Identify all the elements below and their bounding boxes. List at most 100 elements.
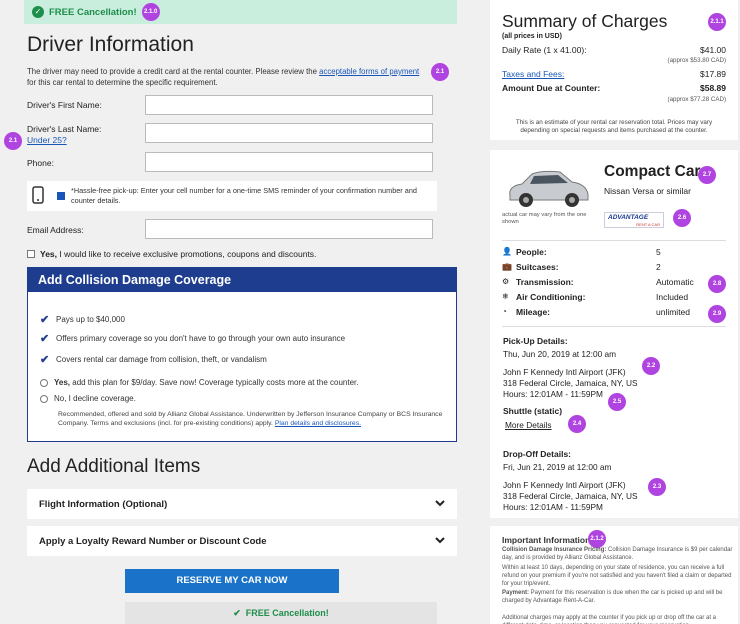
mobile-phone-icon <box>27 185 49 207</box>
dropoff-datetime: Fri, Jun 21, 2019 at 12:00 am <box>503 462 612 472</box>
additional-charges-text: Additional charges may apply at the coun… <box>502 615 717 624</box>
suitcase-icon: 💼 <box>502 262 512 271</box>
banner-text: FREE Cancellation! <box>49 6 137 18</box>
taxes-row: Taxes and Fees: $17.89 <box>502 69 726 79</box>
phone-input[interactable] <box>145 152 433 172</box>
important-info-title: Important Information <box>502 535 591 545</box>
annotation-badge: 2.1.1 <box>708 13 726 31</box>
spec-suitcases: 💼 Suitcases: 2 <box>502 262 661 272</box>
phone-label: Phone: <box>27 158 54 168</box>
annotation-badge: 2.1 <box>431 63 449 81</box>
checkmark-icon: ✔ <box>233 607 241 618</box>
summary-title: Summary of Charges <box>502 11 668 31</box>
pickup-datetime: Thu, Jun 20, 2019 at 12:00 am <box>503 349 617 359</box>
estimate-note: This is an estimate of your rental car r… <box>515 119 713 134</box>
promo-checkbox[interactable] <box>27 250 35 258</box>
more-details-link[interactable]: More Details <box>505 420 552 431</box>
chevron-down-icon <box>435 499 445 510</box>
annotation-badge: 2.6 <box>673 209 691 227</box>
no-radio[interactable] <box>40 394 48 403</box>
car-model: Nissan Versa or similar <box>604 186 691 196</box>
sms-reminder-row: *Hassle-free pick-up: Enter your cell nu… <box>27 181 437 211</box>
spec-people: 👤 People: 5 <box>502 247 661 257</box>
due-approx: (approx $77.28 CAD) <box>667 96 726 103</box>
email-input[interactable] <box>145 219 433 239</box>
important-info-card: Important Information 2.1.2 Collision Da… <box>490 526 738 624</box>
reserve-button[interactable]: RESERVE MY CAR NOW <box>125 569 339 593</box>
coverage-no-option[interactable]: No, I decline coverage. <box>40 394 136 403</box>
loyalty-code-accordion[interactable]: Apply a Loyalty Reward Number or Discoun… <box>27 526 457 556</box>
snowflake-icon: ❄ <box>502 292 509 301</box>
spec-air-conditioning: ❄ Air Conditioning: Included <box>502 292 689 302</box>
last-name-label: Driver's Last Name: <box>27 124 102 134</box>
checkmark-icon: ✔ <box>40 354 50 366</box>
coverage-title: Add Collision Damage Coverage <box>28 268 456 292</box>
first-name-input[interactable] <box>145 95 433 115</box>
driver-info-title: Driver Information <box>27 33 194 56</box>
last-name-input[interactable] <box>145 123 433 143</box>
summary-sidebar: Summary of Charges 2.1.1 (all prices in … <box>490 0 740 624</box>
annotation-badge: 2.8 <box>708 275 726 293</box>
yes-radio[interactable] <box>40 378 48 387</box>
car-image-caption: actual car may vary from the one shown <box>502 212 587 225</box>
person-icon: 👤 <box>502 247 512 256</box>
free-cancellation-footer: ✔ FREE Cancellation! <box>125 602 437 624</box>
under-25-link[interactable]: Under 25? <box>27 135 67 145</box>
annotation-badge: 2.1 <box>4 132 22 150</box>
free-cancellation-banner: ✓ FREE Cancellation! 2.1.0 <box>24 0 457 24</box>
check-circle-icon: ✓ <box>32 6 44 18</box>
booking-form: ✓ FREE Cancellation! 2.1.0 Driver Inform… <box>0 0 478 624</box>
sms-checkbox[interactable] <box>57 192 65 200</box>
dropoff-location: John F Kennedy Intl Airport (JFK) <box>503 480 626 490</box>
coverage-legal: Recommended, offered and sold by Allianz… <box>58 411 443 427</box>
annotation-badge: 2.1.0 <box>141 3 160 21</box>
pickup-address: 318 Federal Circle, Jamaica, NY, US <box>503 378 638 388</box>
annotation-badge: 2.7 <box>698 166 716 184</box>
annotation-badge: 2.2 <box>642 357 660 375</box>
checkmark-icon: ✔ <box>40 333 50 345</box>
email-label: Email Address: <box>27 225 84 235</box>
annotation-badge: 2.3 <box>648 478 666 496</box>
taxes-link[interactable]: Taxes and Fees: <box>502 69 564 79</box>
additional-items-title: Add Additional Items <box>27 456 201 477</box>
coverage-yes-option[interactable]: Yes, add this plan for $9/day. Save now!… <box>40 378 358 387</box>
shuttle-heading: Shuttle (static) <box>503 406 563 416</box>
coverage-benefit: ✔ Offers primary coverage so you don't ha… <box>40 333 346 345</box>
summary-card: Summary of Charges 2.1.1 (all prices in … <box>490 0 738 140</box>
vendor-logo: ADVANTAGE RENT A CAR <box>604 212 664 228</box>
first-name-label: Driver's First Name: <box>27 100 102 110</box>
coverage-benefit: ✔ Pays up to $40,000 <box>40 314 125 326</box>
dropoff-heading: Drop-Off Details: <box>503 449 571 459</box>
chevron-down-icon <box>435 536 445 547</box>
gauge-icon: ◔ <box>502 307 507 316</box>
annotation-badge: 2.4 <box>568 415 586 433</box>
sms-text: *Hassle-free pick-up: Enter your cell nu… <box>71 186 417 205</box>
payment-text: Payment: Payment for this reservation is… <box>502 590 723 604</box>
divider <box>502 326 726 327</box>
promo-optin: Yes, I would like to receive exclusive p… <box>27 249 316 259</box>
payment-note: The driver may need to provide a credit … <box>27 67 420 87</box>
dropoff-address: 318 Federal Circle, Jamaica, NY, US <box>503 491 638 501</box>
pickup-hours: Hours: 12:01AM - 11:59PM <box>503 389 603 399</box>
coverage-benefit: ✔ Covers rental car damage from collision… <box>40 354 267 366</box>
checkmark-icon: ✔ <box>40 314 50 326</box>
currency-note: (all prices in USD) <box>502 33 562 40</box>
annotation-badge: 2.9 <box>708 305 726 323</box>
dropoff-hours: Hours: 12:01AM - 11:59PM <box>503 502 603 512</box>
spec-mileage: ◔ Mileage: unlimited <box>502 307 691 317</box>
cdi-pricing-text: Collision Damage Insurance Pricing: Coll… <box>502 547 733 561</box>
car-details-card: actual car may vary from the one shown C… <box>490 150 738 518</box>
divider <box>502 240 726 241</box>
amount-due-row: Amount Due at Counter: $58.89 <box>502 83 726 93</box>
refund-text: Within at least 10 days, depending on yo… <box>502 565 732 587</box>
annotation-badge: 2.5 <box>608 393 626 411</box>
daily-rate-row: Daily Rate (1 x 41.00): $41.00 <box>502 45 726 55</box>
car-image <box>502 166 592 215</box>
payment-forms-link[interactable]: acceptable forms of payment <box>319 67 419 76</box>
daily-approx: (approx $53.80 CAD) <box>667 57 726 64</box>
collision-coverage-panel: Add Collision Damage Coverage ✔ Pays up t… <box>27 267 457 442</box>
plan-details-link[interactable]: Plan details and disclosures. <box>275 420 361 427</box>
pickup-heading: Pick-Up Details: <box>503 336 568 346</box>
flight-info-accordion[interactable]: Flight Information (Optional) <box>27 489 457 519</box>
pickup-location: John F Kennedy Intl Airport (JFK) <box>503 367 626 377</box>
